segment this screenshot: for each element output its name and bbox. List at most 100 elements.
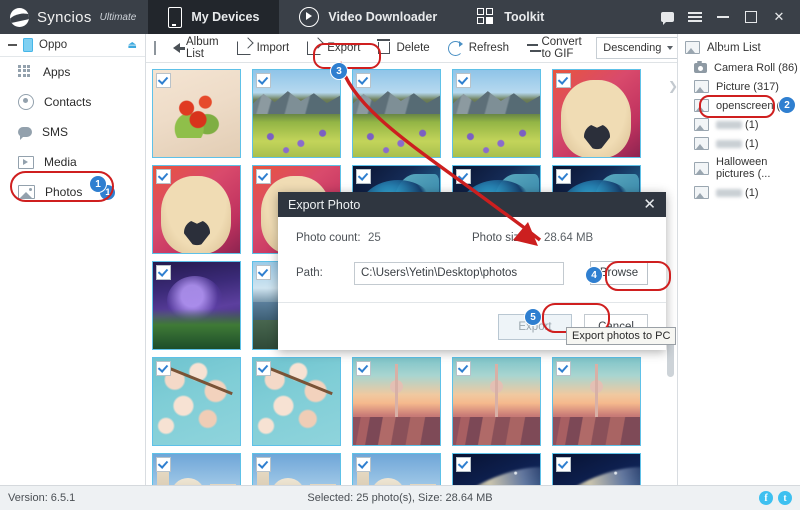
facebook-icon[interactable]: f <box>759 491 773 505</box>
feedback-button[interactable] <box>654 0 680 34</box>
photo-checkbox[interactable] <box>156 73 171 88</box>
photo-checkbox[interactable] <box>256 361 271 376</box>
toolbar-album-list-button[interactable]: Album List <box>164 36 228 60</box>
photo-checkbox[interactable] <box>456 73 471 88</box>
media-player-icon <box>18 155 34 169</box>
tab-video-downloader[interactable]: Video Downloader <box>279 0 457 34</box>
photo-checkbox[interactable] <box>556 73 571 88</box>
blurred-album-name <box>716 120 742 129</box>
sidebar-item-photos[interactable]: Photos 1 <box>0 177 145 207</box>
photo-checkbox[interactable] <box>156 169 171 184</box>
dialog-title-bar: Export Photo ✕ <box>278 192 666 217</box>
sidebar-item-contacts[interactable]: Contacts <box>0 87 145 117</box>
dialog-close-icon[interactable]: ✕ <box>643 197 656 212</box>
photo-thumbnail[interactable] <box>552 357 641 446</box>
toolbar-export-button[interactable]: Export <box>298 37 369 59</box>
photo-checkbox[interactable] <box>256 73 271 88</box>
sidebar-item-sms[interactable]: SMS <box>0 117 145 147</box>
tab-my-devices[interactable]: My Devices <box>148 0 280 34</box>
convert-gif-icon <box>526 42 541 54</box>
album-list-item[interactable]: Halloween pictures (... <box>678 153 800 183</box>
photo-thumbnail[interactable] <box>252 357 341 446</box>
toolbar-album-list-label: Album List <box>186 36 219 60</box>
photo-checkbox[interactable] <box>556 169 571 184</box>
phone-icon <box>168 6 183 28</box>
album-icon <box>694 161 709 175</box>
sidebar-item-media[interactable]: Media <box>0 147 145 177</box>
dialog-title: Export Photo <box>288 197 361 212</box>
tab-toolkit[interactable]: Toolkit <box>457 0 564 34</box>
album-icon <box>694 99 709 112</box>
photo-thumbnail[interactable] <box>452 357 541 446</box>
album-list-item[interactable]: Camera Roll (86) <box>678 59 800 77</box>
photo-thumbnail[interactable] <box>352 453 441 485</box>
sort-order-value: Descending <box>603 42 662 54</box>
photo-thumbnail[interactable] <box>152 453 241 485</box>
toolbar-delete-button[interactable]: Delete <box>369 37 438 59</box>
select-all-checkbox[interactable] <box>154 41 156 55</box>
export-box-icon <box>307 41 322 55</box>
album-list-item[interactable]: Picture (317) ❯ <box>668 77 800 96</box>
photo-count-label: Photo count: <box>296 232 361 244</box>
close-button[interactable]: ✕ <box>766 0 792 34</box>
album-list-item[interactable]: (1) <box>678 134 800 153</box>
path-input[interactable]: C:\Users\Yetin\Desktop\photos <box>354 261 564 285</box>
photo-thumbnail[interactable] <box>552 453 641 485</box>
menu-button[interactable] <box>682 0 708 34</box>
album-selected-chevron-icon: ❯ <box>668 79 679 93</box>
sidebar-item-media-label: Media <box>44 155 77 169</box>
photo-thumbnail[interactable] <box>352 357 441 446</box>
device-phone-icon <box>23 38 33 52</box>
photo-thumbnail[interactable] <box>552 69 641 158</box>
clipboard-view-icon <box>716 38 730 55</box>
photo-thumbnail[interactable] <box>352 69 441 158</box>
sidebar-item-apps[interactable]: Apps <box>0 57 145 87</box>
close-icon: ✕ <box>773 9 785 24</box>
photo-checkbox[interactable] <box>456 457 471 472</box>
photo-checkbox[interactable] <box>156 457 171 472</box>
toolbar-convert-gif-label: Convert to GIF <box>541 36 582 60</box>
toolbar-import-button[interactable]: Import <box>228 37 299 59</box>
photo-thumbnail[interactable] <box>152 165 241 254</box>
photo-checkbox[interactable] <box>256 457 271 472</box>
photo-checkbox[interactable] <box>456 361 471 376</box>
photo-toolbar: Album List Import Export Delete Refresh <box>146 34 736 63</box>
photo-checkbox[interactable] <box>356 73 371 88</box>
photo-thumbnail[interactable] <box>252 453 341 485</box>
maximize-button[interactable] <box>738 0 764 34</box>
photo-thumbnail[interactable] <box>252 69 341 158</box>
photo-checkbox[interactable] <box>256 265 271 280</box>
album-icon <box>694 137 709 150</box>
tab-video-downloader-label: Video Downloader <box>328 10 438 24</box>
device-row-oppo[interactable]: Oppo ⏏ <box>0 34 145 57</box>
photo-checkbox[interactable] <box>456 169 471 184</box>
photo-checkbox[interactable] <box>156 265 171 280</box>
toolbar-refresh-button[interactable]: Refresh <box>439 37 518 59</box>
photo-checkbox[interactable] <box>556 361 571 376</box>
import-box-icon <box>236 41 251 55</box>
photo-checkbox[interactable] <box>356 457 371 472</box>
photo-thumbnail[interactable] <box>452 69 541 158</box>
photo-checkbox[interactable] <box>156 361 171 376</box>
photo-checkbox[interactable] <box>356 361 371 376</box>
minimize-button[interactable] <box>710 0 736 34</box>
photo-count-value: 25 <box>368 232 381 244</box>
twitter-icon[interactable]: t <box>778 491 792 505</box>
photo-thumbnail[interactable] <box>152 261 241 350</box>
photo-checkbox[interactable] <box>256 169 271 184</box>
toolbar-convert-gif-button[interactable]: Convert to GIF <box>518 36 596 60</box>
photo-checkbox[interactable] <box>356 169 371 184</box>
step-badge-5-marker: 5 <box>524 308 542 326</box>
eject-icon[interactable]: ⏏ <box>128 40 137 51</box>
sort-order-dropdown[interactable]: Descending <box>596 37 681 59</box>
album-panel-header: Album List <box>678 38 800 59</box>
album-list-item[interactable]: (1) <box>678 115 800 134</box>
album-list-item[interactable]: (1) <box>678 183 800 202</box>
photo-image-detail <box>310 484 336 485</box>
photo-grid-scrollbar[interactable] <box>666 63 675 485</box>
brand-logo: Syncios Ultimate <box>0 0 148 34</box>
photo-checkbox[interactable] <box>556 457 571 472</box>
photo-thumbnail[interactable] <box>152 69 241 158</box>
photo-thumbnail[interactable] <box>452 453 541 485</box>
photo-thumbnail[interactable] <box>152 357 241 446</box>
